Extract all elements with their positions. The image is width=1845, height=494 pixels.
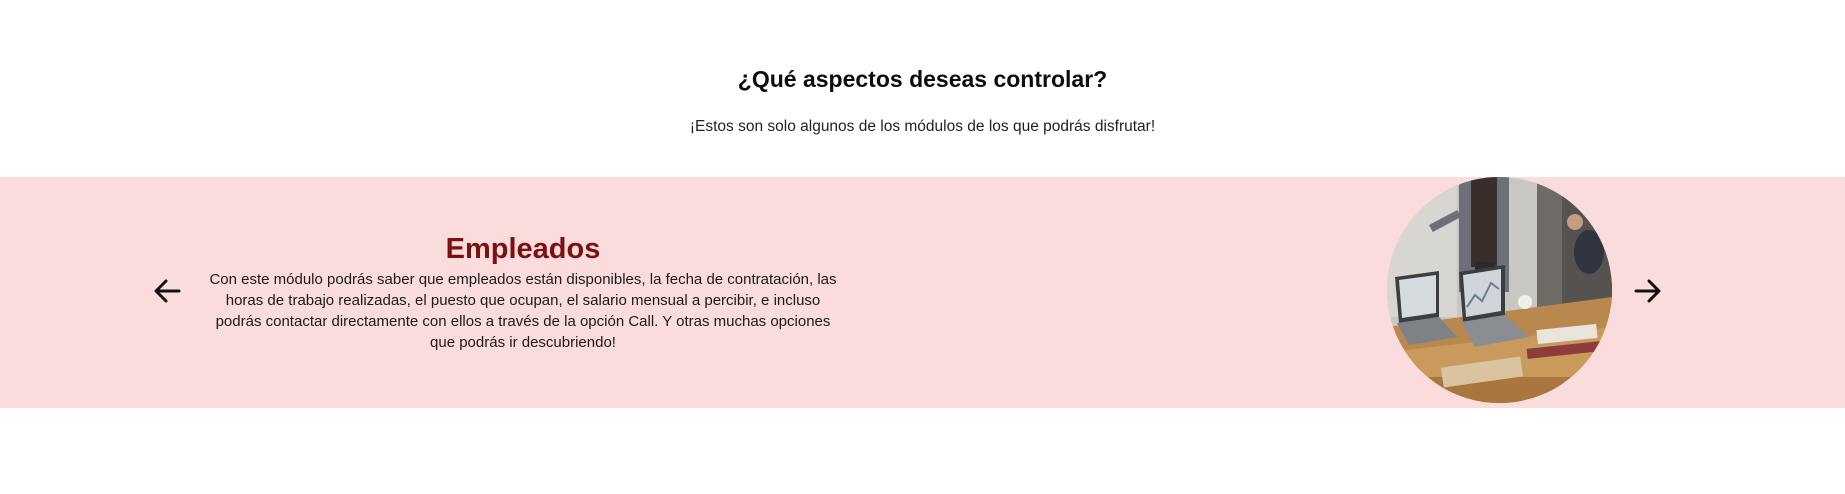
slide-description: Con este módulo podrás saber que emplead…	[209, 271, 837, 351]
arrow-left-icon	[154, 279, 181, 303]
arrow-right-icon	[1634, 279, 1661, 303]
carousel-next-button[interactable]	[1630, 274, 1664, 308]
carousel-slide-text: Empleados Con este módulo podrás saber q…	[205, 231, 841, 353]
slide-image	[1387, 177, 1612, 403]
page: ¿Qué aspectos deseas controlar? ¡Estos s…	[0, 0, 1845, 494]
carousel-prev-button[interactable]	[151, 274, 185, 308]
slide-title: Empleados	[445, 233, 601, 265]
office-meeting-photo	[1387, 177, 1612, 403]
section-subtitle: ¡Estos son solo algunos de los módulos d…	[689, 118, 1156, 135]
modules-carousel: Empleados Con este módulo podrás saber q…	[0, 177, 1845, 408]
section-title: ¿Qué aspectos deseas controlar?	[737, 66, 1108, 92]
